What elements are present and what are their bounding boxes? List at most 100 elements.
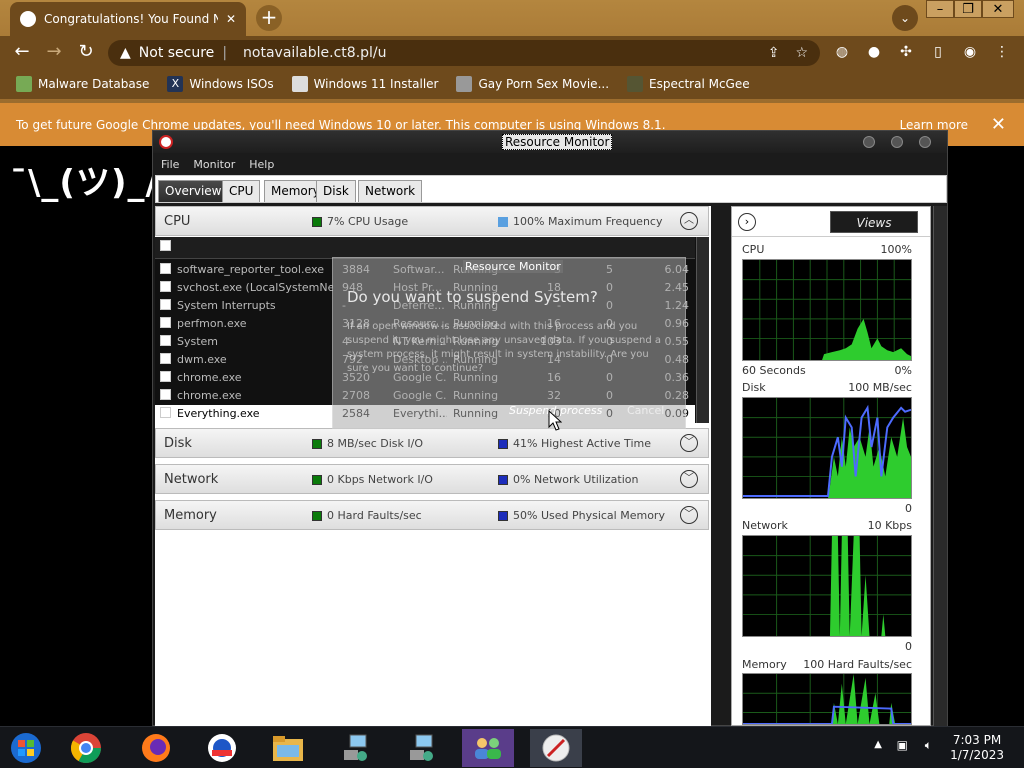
network-tray-icon[interactable]: ▣ [897,738,908,752]
bookmark-star-icon[interactable]: ☆ [795,45,808,61]
process-checkbox[interactable] [160,281,171,292]
process-checkbox[interactable] [160,389,171,400]
select-all-checkbox[interactable] [160,240,171,251]
graph-grid [743,260,911,360]
process-checkbox[interactable] [160,263,171,274]
address-bar[interactable]: ▲ Not secure | notavailable.ct8.pl/u ⇪ ☆ [108,40,820,66]
taskbar-network-app-2[interactable] [396,729,448,767]
rm-tabs: Overview CPU Memory Disk Network [155,175,947,203]
tray-expand-icon[interactable]: ▲ [874,739,882,750]
resource-monitor-icon [542,734,570,762]
cpu-section-title: CPU [164,214,191,229]
process-checkbox[interactable] [160,335,171,346]
new-tab-button[interactable]: + [256,5,282,31]
computer-network-icon [344,734,367,761]
process-checkbox[interactable] [160,317,171,328]
profile-icon[interactable]: ◉ [958,40,982,64]
bookmark-windows-isos[interactable]: X Windows ISOs [167,76,274,92]
infobar-close-icon[interactable]: ✕ [991,114,1006,135]
bookmark-espectral-mcgee[interactable]: Espectral McGee [627,76,750,92]
taskbar-clock[interactable]: 7:03 PM 1/7/2023 [950,733,1004,763]
more-menu-icon[interactable]: ⋮ [990,40,1014,64]
network-io-series [743,536,911,636]
memory-section-header[interactable]: Memory 0 Hard Faults/sec 50% Used Physic… [155,500,709,530]
cpu-graph [742,259,912,361]
close-window-button[interactable]: ✕ [982,0,1014,18]
rm-minimize-button[interactable] [863,136,875,148]
restore-button[interactable]: ❐ [954,0,982,18]
views-button[interactable]: Views [830,211,918,233]
process-checkbox[interactable] [160,299,171,310]
process-checkbox[interactable] [160,407,171,418]
chevron-down-icon[interactable]: ﹀ [680,470,698,488]
taskbar-firefox[interactable] [130,729,182,767]
share-icon[interactable]: ⇪ [768,45,780,61]
cancel-button[interactable]: Cancel [627,404,664,417]
cpu-frequency-text: 100% Maximum Frequency [513,215,663,228]
process-name: svchost.exe (LocalSystemNetw... [177,281,333,294]
minimize-button[interactable]: – [926,0,954,18]
network-section-header[interactable]: Network 0 Kbps Network I/O 0% Network Ut… [155,464,709,494]
process-checkbox[interactable] [160,371,171,382]
bookmark-malware-database[interactable]: Malware Database [16,76,149,92]
taskbar-file-explorer[interactable] [262,729,314,767]
bookmark-windows-11-installer[interactable]: Windows 11 Installer [291,76,438,92]
back-arrow-icon[interactable]: ← [10,40,34,64]
disk-graph-label: Disk [742,381,766,394]
taskbar-network-app-1[interactable] [330,729,382,767]
reload-icon[interactable]: ↻ [74,40,98,64]
tab-close-icon[interactable]: ✕ [226,12,236,26]
tab-cpu[interactable]: CPU [222,180,261,202]
taskbar-users-app[interactable] [462,729,514,767]
chevron-down-icon[interactable]: ﹀ [680,506,698,524]
folder-icon [273,736,303,761]
tab-overview[interactable]: Overview [158,180,229,202]
not-secure-label: Not secure [138,45,215,61]
disk-graph-footer-right: 0 [905,502,912,515]
extension-avatar-icon[interactable]: ● [862,40,886,64]
chevron-down-icon[interactable]: ﹀ [680,434,698,452]
taskbar-chrome[interactable] [60,729,112,767]
resource-monitor-app-icon [159,135,173,149]
extensions-puzzle-icon[interactable]: ✣ [894,40,918,64]
bookmark-movie[interactable]: Gay Porn Sex Movie... [456,76,609,92]
tab-favicon-icon [20,11,36,27]
start-button[interactable] [0,729,52,767]
process-checkbox[interactable] [160,353,171,364]
url-text: notavailable.ct8.pl/u [243,45,387,61]
browser-tab[interactable]: Congratulations! You Found Nothi ✕ [10,2,246,36]
disk-active-time-text: 41% Highest Active Time [513,437,651,450]
menu-file[interactable]: File [161,158,179,171]
cpu-graph-label: CPU [742,243,765,256]
collapse-pane-arrow-icon[interactable]: › [738,213,756,231]
menu-help[interactable]: Help [249,158,274,171]
cpu-table-scrollbar[interactable] [696,237,709,423]
rm-titlebar[interactable]: Resource Monitor [153,131,947,153]
taskbar-obama-app[interactable] [196,729,248,767]
rm-close-button[interactable] [919,136,931,148]
process-name: chrome.exe [177,389,242,402]
cpu-section-header[interactable]: CPU 7% CPU Usage 100% Maximum Frequency … [155,206,709,236]
extension-flag-icon[interactable]: ◍ [830,40,854,64]
chevron-up-icon[interactable]: ︿ [680,212,698,230]
used-memory-series [743,705,911,724]
graphs-scrollbar[interactable] [933,206,947,726]
menu-monitor[interactable]: Monitor [193,158,235,171]
dialog-body: If an open window is associated with thi… [347,321,661,374]
dialog-title: Resource Monitor [463,260,563,273]
green-square-icon [312,510,322,521]
firefox-icon [142,734,170,762]
volume-icon[interactable]: 🔈︎ [925,738,932,753]
disk-section-title: Disk [164,436,192,451]
tab-disk[interactable]: Disk [316,180,356,202]
rm-title: Resource Monitor [502,134,613,150]
tab-network[interactable]: Network [358,180,423,202]
disk-section-header[interactable]: Disk 8 MB/sec Disk I/O 41% Highest Activ… [155,428,709,458]
suspend-confirmation-dialog: Resource Monitor Do you want to suspend … [332,257,686,429]
taskbar-resource-monitor[interactable] [530,729,582,767]
side-panel-icon[interactable]: ▯ [926,40,950,64]
rm-maximize-button[interactable] [891,136,903,148]
forward-arrow-icon[interactable]: → [42,40,66,64]
green-square-icon [312,474,322,485]
tab-search-icon[interactable]: ⌄ [892,5,918,31]
